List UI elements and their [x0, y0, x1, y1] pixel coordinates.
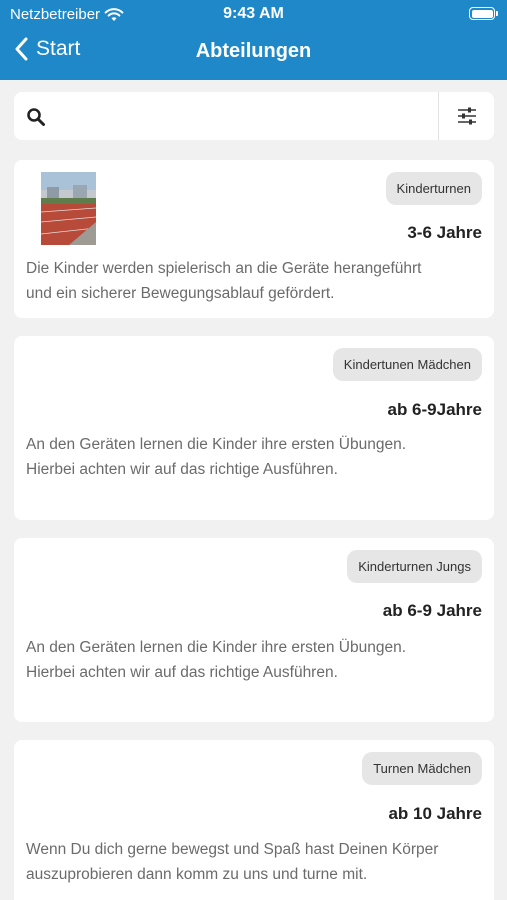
- description-line: An den Geräten lernen die Kinder ihre er…: [26, 436, 406, 453]
- age-range: ab 6-9 Jahre: [382, 601, 482, 620]
- description-line: Wenn Du dich gerne bewegst und Spaß hast…: [26, 841, 439, 858]
- department-description: An den Geräten lernen die Kinder ihre er…: [26, 432, 476, 482]
- description-line: und ein sicherer Bewegungsablauf geförde…: [26, 285, 335, 302]
- description-line: Hierbei achten wir auf das richtige Ausf…: [26, 664, 338, 681]
- category-badge: Kindertunen Mädchen: [332, 348, 482, 381]
- department-description: An den Geräten lernen die Kinder ihre er…: [26, 635, 476, 685]
- sliders-icon: [457, 107, 476, 125]
- category-badge: Turnen Mädchen: [362, 752, 482, 785]
- search-icon: [27, 108, 45, 126]
- department-description: Die Kinder werden spielerisch an die Ger…: [26, 256, 476, 306]
- search-input[interactable]: [58, 100, 438, 132]
- age-range: ab 6-9Jahre: [387, 400, 483, 419]
- battery-icon: [469, 7, 498, 20]
- category-badge: Kinderturnen: [385, 172, 482, 205]
- age-range: 3-6 Jahre: [407, 223, 482, 242]
- status-time: 9:43 AM: [223, 5, 284, 22]
- page-title: Abteilungen: [195, 40, 312, 62]
- app-header: Netzbetreiber 9:43 AM Start Abteilungen: [0, 0, 507, 80]
- department-image: [41, 172, 96, 245]
- department-card[interactable]: Turnen Mädchen ab 10 Jahre Wenn Du dich …: [14, 740, 494, 900]
- department-description: Wenn Du dich gerne bewegst und Spaß hast…: [26, 837, 476, 887]
- description-line: Hierbei achten wir auf das richtige Ausf…: [26, 461, 338, 478]
- search-bar: [14, 92, 494, 140]
- navigation-bar: Start Abteilungen: [0, 30, 507, 76]
- department-card[interactable]: Kinderturnen Jungs ab 6-9 Jahre An den G…: [14, 538, 494, 722]
- description-line: Die Kinder werden spielerisch an die Ger…: [26, 260, 422, 277]
- department-card[interactable]: Kinderturnen 3-6 Jahre Die Kinder werden…: [14, 160, 494, 318]
- age-range: ab 10 Jahre: [388, 804, 482, 823]
- description-line: An den Geräten lernen die Kinder ihre er…: [26, 639, 406, 656]
- department-card[interactable]: Kindertunen Mädchen ab 6-9Jahre An den G…: [14, 336, 494, 520]
- status-bar: Netzbetreiber 9:43 AM: [0, 0, 507, 28]
- description-line: auszuprobieren dann komm zu uns und turn…: [26, 866, 368, 883]
- category-badge: Kinderturnen Jungs: [347, 550, 482, 583]
- filter-button[interactable]: [439, 92, 494, 140]
